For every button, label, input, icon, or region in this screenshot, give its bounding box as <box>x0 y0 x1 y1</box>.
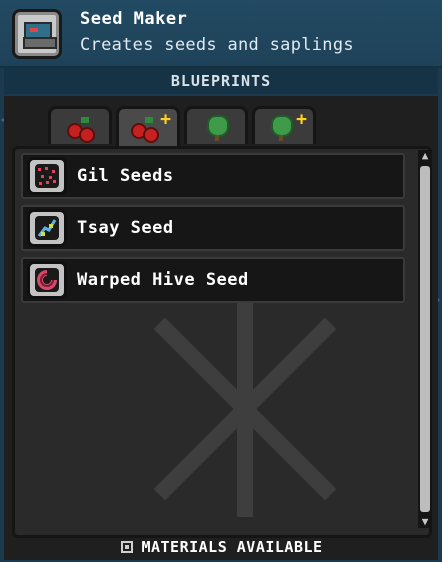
recipe-label: Gil Seeds <box>77 166 174 186</box>
plus-badge: + <box>296 109 307 130</box>
tab-trees[interactable] <box>184 106 248 144</box>
plus-badge: + <box>160 109 171 130</box>
tab-berries-plus[interactable]: + <box>116 106 180 148</box>
tab-berries[interactable] <box>48 106 112 144</box>
window-title: Seed Maker <box>80 9 188 29</box>
section-title: BLUEPRINTS <box>4 68 438 94</box>
crafting-panel: + + Gil Seeds Tsay Seed Warped Hive Seed… <box>4 96 438 560</box>
window-header: Seed Maker Creates seeds and saplings <box>0 0 442 68</box>
blueprint-list: Gil Seeds Tsay Seed Warped Hive Seed <box>12 146 432 538</box>
tab-trees-plus[interactable]: + <box>252 106 316 144</box>
warped-hive-seed-icon <box>27 261 67 299</box>
recipe-label: Tsay Seed <box>77 218 174 238</box>
materials-available-filter[interactable]: MATERIALS AVAILABLE <box>12 536 432 558</box>
scroll-up-icon[interactable]: ▲ <box>419 150 431 162</box>
materials-available-checkbox[interactable] <box>121 540 134 553</box>
recipe-row-tsay-seed[interactable]: Tsay Seed <box>21 205 405 251</box>
gil-seeds-icon <box>27 157 67 195</box>
scrollbar[interactable]: ▲ ▼ <box>418 150 432 528</box>
window-subtitle: Creates seeds and saplings <box>80 35 354 55</box>
scroll-thumb[interactable] <box>420 166 430 512</box>
recipe-row-gil-seeds[interactable]: Gil Seeds <box>21 153 405 199</box>
wrench-emblem-icon <box>153 301 337 517</box>
scroll-down-icon[interactable]: ▼ <box>419 516 431 528</box>
seed-maker-machine-icon <box>12 9 62 59</box>
recipe-row-warped-hive-seed[interactable]: Warped Hive Seed <box>21 257 405 303</box>
materials-available-label: MATERIALS AVAILABLE <box>141 538 323 556</box>
recipe-label: Warped Hive Seed <box>77 270 249 290</box>
tsay-seed-icon <box>27 209 67 247</box>
